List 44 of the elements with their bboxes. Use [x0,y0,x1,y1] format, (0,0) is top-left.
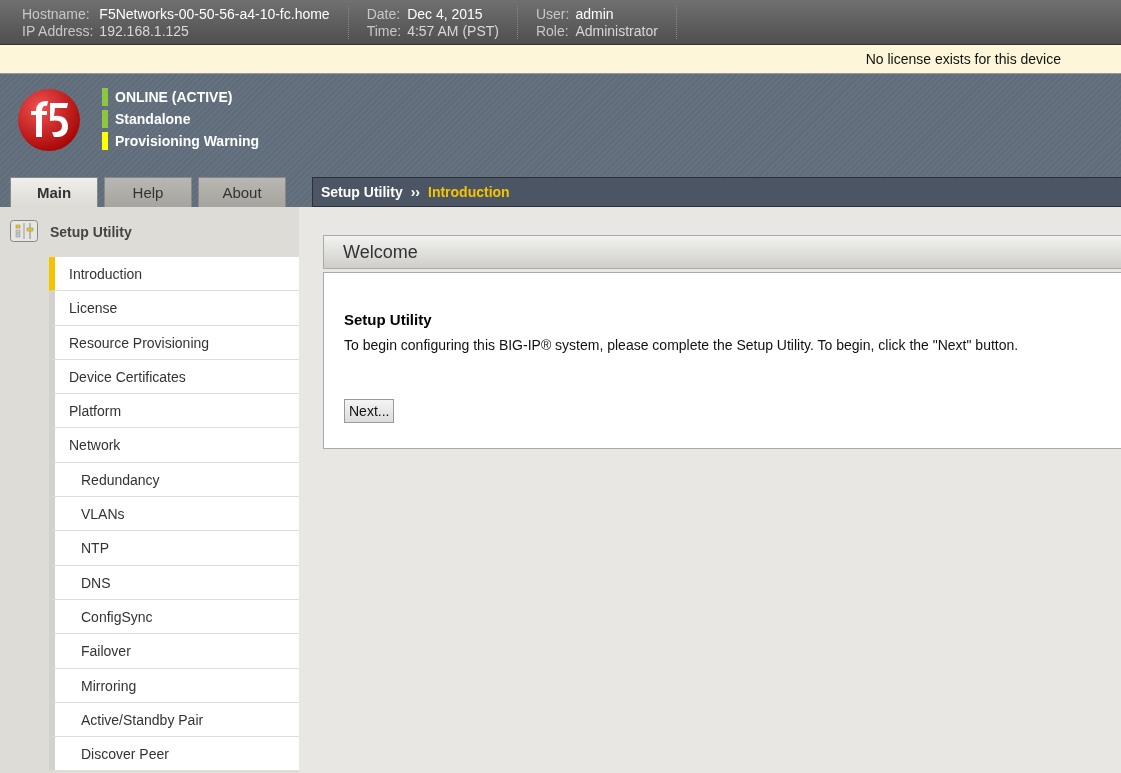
status-text: Standalone [115,111,191,127]
sidebar-item[interactable]: Resource Provisioning [49,325,299,360]
field-value: 4:57 AM (PST) [407,22,499,39]
sidebar-item[interactable]: ConfigSync [49,599,299,635]
sidebar-item[interactable]: Device Certificates [49,359,299,395]
sidebar-title: Setup Utility [50,224,132,240]
sidebar-item[interactable]: Redundancy [49,462,299,498]
sidebar-item[interactable]: Introduction [49,257,299,292]
sidebar-item[interactable]: NTP [49,531,299,566]
f5-logo [16,87,82,153]
sidebar-item[interactable]: License [49,291,299,326]
tab[interactable]: About [198,177,286,207]
sliders-icon [10,220,38,244]
field-value: 192.168.1.125 [99,22,190,39]
breadcrumb-current: Introduction [428,184,510,200]
sidebar-item[interactable]: Network [49,428,299,463]
field-value: F5Networks-00-50-56-a4-10-fc.home [99,5,330,22]
next-button[interactable]: Next... [344,399,395,423]
field-label: Date: [366,5,402,22]
panel-title: Welcome [343,241,418,263]
section-heading: Setup Utility [344,311,433,328]
sidebar-item[interactable]: Failover [49,634,299,669]
sidebar-item[interactable]: Mirroring [49,668,299,703]
field-value: Dec 4, 2015 [407,5,484,22]
sidebar-item[interactable]: DNS [49,565,299,600]
sidebar-item[interactable]: Platform [49,394,299,429]
field-label: Hostname: [22,5,91,22]
sidebar-item[interactable]: VLANs [49,497,299,532]
tab[interactable]: Help [104,177,192,207]
status-text: ONLINE (ACTIVE) [115,89,233,105]
breadcrumb-link[interactable]: Setup Utility [321,184,403,200]
breadcrumb-separator: ›› [410,184,420,200]
field-value: admin [575,5,615,22]
field-label: User: [535,5,570,22]
intro-text: To begin configuring this BIG-IP® system, please complete the Setup Utility. To begin, click the "Next" button. [344,337,1020,353]
field-value: Administrator [575,22,658,39]
field-label: IP Address: [22,22,94,39]
field-label: Role: [535,22,570,39]
sidebar-item[interactable]: Discover Peer [49,737,299,772]
sidebar-item[interactable]: Active/Standby Pair [49,702,299,738]
field-label: Time: [366,22,402,39]
license-notice: No license exists for this device [865,51,1061,67]
status-text: Provisioning Warning [115,133,260,149]
tab[interactable]: Main [10,177,98,207]
